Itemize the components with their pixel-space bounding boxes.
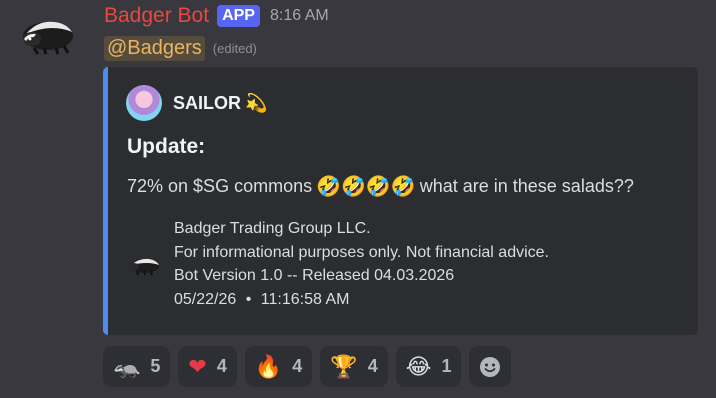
footer-line: For informational purposes only. Not fin… [174, 243, 549, 261]
footer-line: Badger Trading Group LLC. [174, 220, 371, 237]
reaction-heart[interactable]: ❤ 4 [178, 346, 237, 387]
rofl-icon: 🤣 [316, 175, 341, 198]
embed-title: Update: [127, 135, 206, 158]
footer-time: 11:16:58 AM [260, 290, 350, 308]
description-text-after: what are in these salads?? [419, 176, 634, 196]
badger-icon: 🦡 [113, 353, 141, 379]
footer-timestamp: 05/22/26 • 11:16:58 AM [174, 288, 549, 312]
reaction-fire[interactable]: 🔥 4 [244, 346, 313, 387]
footer-date: 05/22/26 [174, 290, 237, 308]
trophy-icon: 🏆 [330, 353, 358, 379]
smiley-icon [480, 356, 501, 377]
description-text-before: 72% on $SG commons [127, 176, 313, 196]
reaction-count: 1 [441, 356, 452, 376]
embed-author: SAILOR 💫 [126, 85, 267, 121]
embed-footer: Badger Trading Group LLC. For informatio… [127, 217, 549, 311]
reaction-count: 4 [216, 356, 227, 376]
add-reaction-button[interactable] [469, 346, 512, 387]
fire-icon: 🔥 [254, 353, 283, 379]
message-header: Badger Bot APP 8:16 AM [104, 2, 329, 30]
badger-footer-icon [129, 258, 159, 276]
edited-label: (edited) [212, 40, 257, 56]
embed: SAILOR 💫 Update: 72% on $SG commons 🤣 🤣 … [103, 67, 698, 335]
footer-line: Bot Version 1.0 -- Released 04.03.2026 [174, 267, 455, 284]
reaction-count: 5 [150, 356, 161, 376]
embed-description: 72% on $SG commons 🤣 🤣 🤣 🤣 what are in t… [127, 176, 634, 197]
embed-author-name[interactable]: SAILOR [173, 93, 241, 114]
rofl-emoji-group: 🤣 🤣 🤣 🤣 [316, 177, 416, 197]
message-timestamp[interactable]: 8:16 AM [270, 7, 329, 25]
badger-avatar-icon [23, 21, 73, 55]
footer-text: Badger Trading Group LLC. For informatio… [174, 217, 549, 311]
message-content: @Badgers (edited) [104, 33, 257, 63]
reaction-count: 4 [367, 356, 378, 376]
author-name[interactable]: Badger Bot [104, 4, 209, 28]
joy-icon: 😂 [405, 353, 432, 379]
role-mention[interactable]: @Badgers [104, 35, 205, 61]
reaction-joy[interactable]: 😂 1 [395, 346, 462, 387]
reaction-badger[interactable]: 🦡 5 [103, 346, 171, 387]
heart-icon: ❤ [188, 353, 207, 379]
rofl-icon: 🤣 [390, 175, 416, 198]
reaction-count: 4 [292, 356, 303, 376]
app-badge: APP [217, 5, 260, 27]
rofl-icon: 🤣 [365, 175, 391, 198]
sailor-avatar-icon [126, 85, 162, 121]
rofl-icon: 🤣 [341, 175, 366, 198]
footer-separator: • [245, 290, 252, 308]
message: Badger Bot APP 8:16 AM @Badgers (edited)… [0, 0, 716, 398]
author-avatar[interactable] [18, 6, 78, 56]
reaction-trophy[interactable]: 🏆 4 [320, 346, 388, 387]
reactions-bar: 🦡 5 ❤ 4 🔥 4 🏆 4 😂 1 [103, 346, 512, 387]
dizzy-sparkle-icon: 💫 [245, 92, 268, 113]
